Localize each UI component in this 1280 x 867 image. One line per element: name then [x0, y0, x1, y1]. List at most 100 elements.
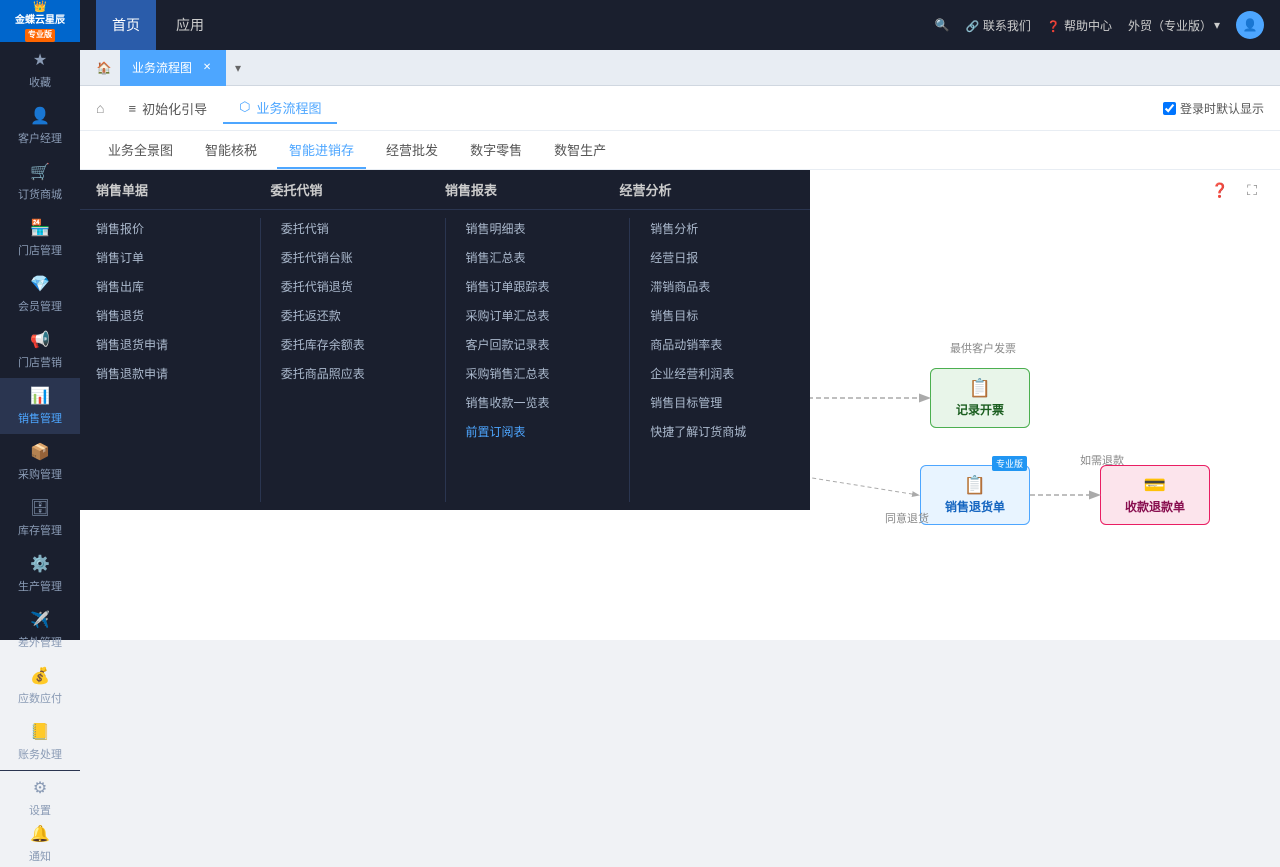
- dropdown-item-1-0[interactable]: 委托代销: [281, 218, 425, 239]
- flow-icon: ⬡: [239, 99, 250, 115]
- sidebar-item-门店管理[interactable]: 🏪 门店管理: [0, 210, 80, 266]
- sidebar-item-生产管理[interactable]: ⚙️ 生产管理: [0, 546, 80, 602]
- sidebar-item-客户经理[interactable]: 👤 客户经理: [0, 98, 80, 154]
- dropdown-item-2-5[interactable]: 采购销售汇总表: [466, 363, 610, 384]
- divider-2: [445, 218, 446, 502]
- dropdown-item-2-7[interactable]: 前置订阅表: [466, 421, 610, 442]
- dropdown-item-3-4[interactable]: 商品动销率表: [650, 334, 794, 355]
- sidebar-item-settings[interactable]: ⚙ 设置: [0, 775, 80, 821]
- sidebar-item-notifications[interactable]: 🔔 通知: [0, 821, 80, 867]
- tab-home-icon[interactable]: 🏠: [88, 50, 120, 86]
- dropdown-item-2-6[interactable]: 销售收款一览表: [466, 392, 610, 413]
- dropdown-item-1-1[interactable]: 委托代销台账: [281, 247, 425, 268]
- sidebar: 👑 金蝶云星辰 专业版 ★ 收藏 👤 客户经理 🛒 订货商城 🏪 门店管理 💎 …: [0, 0, 80, 640]
- sidebar-item-门店营销[interactable]: 📢 门店营销: [0, 322, 80, 378]
- main-tab-sales[interactable]: 智能进销存: [277, 131, 366, 169]
- sidebar-label-2: 订货商城: [18, 186, 62, 202]
- sidebar-icon-3: 🏪: [30, 218, 50, 238]
- sub-tab-flow[interactable]: ⬡ 业务流程图: [223, 92, 337, 124]
- dropdown-item-0-5[interactable]: 销售退款申请: [96, 363, 240, 384]
- chevron-down-icon: ▾: [1214, 18, 1220, 32]
- default-display-label: 登录时默认显示: [1180, 100, 1264, 117]
- dropdown-item-2-1[interactable]: 销售汇总表: [466, 247, 610, 268]
- main-tabs: 业务全景图 智能核税 智能进销存 经营批发 数字零售 数智生产: [80, 131, 1280, 169]
- divider-1: [260, 218, 261, 502]
- sidebar-item-采购管理[interactable]: 📦 采购管理: [0, 434, 80, 490]
- bell-icon: 🔔: [30, 824, 50, 844]
- sidebar-icon-0: ★: [30, 50, 50, 70]
- dropdown-item-0-1[interactable]: 销售订单: [96, 247, 240, 268]
- sales-return-node[interactable]: 专业版 📋 销售退货单: [920, 465, 1030, 525]
- main-tab-production[interactable]: 数智生产: [542, 131, 618, 169]
- sidebar-icon-10: ✈️: [30, 610, 50, 630]
- sidebar-item-销售管理[interactable]: 📊 销售管理: [0, 378, 80, 434]
- dropdown-body: 销售报价销售订单销售出库销售退货销售退货申请销售退款申请 委托代销委托代销台账委…: [80, 210, 810, 510]
- header-right: 登录时默认显示: [1163, 100, 1264, 117]
- content-area: 🏠 业务流程图 ✕ ▾ ⌂ ≡ 初始化引导 ⬡ 业务流程图: [80, 50, 1280, 640]
- settings-icon: ⚙: [30, 778, 50, 798]
- main-tab-overview[interactable]: 业务全景图: [96, 131, 185, 169]
- dropdown-item-0-0[interactable]: 销售报价: [96, 218, 240, 239]
- nav-home[interactable]: 首页: [96, 0, 156, 50]
- invoice-node[interactable]: 📋 记录开票: [930, 368, 1030, 428]
- tab-business-flow[interactable]: 业务流程图 ✕: [120, 50, 226, 86]
- dropdown-item-3-0[interactable]: 销售分析: [650, 218, 794, 239]
- help-button[interactable]: ❓: [1208, 178, 1232, 202]
- default-display-input[interactable]: [1163, 102, 1176, 115]
- dropdown-item-3-5[interactable]: 企业经营利润表: [650, 363, 794, 384]
- dropdown-item-2-2[interactable]: 销售订单跟踪表: [466, 276, 610, 297]
- main-tab-wholesale[interactable]: 经营批发: [374, 131, 450, 169]
- dropdown-item-2-0[interactable]: 销售明细表: [466, 218, 610, 239]
- sidebar-item-账务处理[interactable]: 📒 账务处理: [0, 714, 80, 770]
- default-display-checkbox[interactable]: 登录时默认显示: [1163, 100, 1264, 117]
- dropdown-col-2: 委托代销委托代销台账委托代销退货委托返还款委托库存余额表委托商品照应表: [265, 218, 441, 502]
- sidebar-item-订货商城[interactable]: 🛒 订货商城: [0, 154, 80, 210]
- dropdown-item-1-4[interactable]: 委托库存余额表: [281, 334, 425, 355]
- dropdown-item-0-3[interactable]: 销售退货: [96, 305, 240, 326]
- sub-tab-init[interactable]: ≡ 初始化引导: [112, 92, 223, 124]
- main-tab-tax[interactable]: 智能核税: [193, 131, 269, 169]
- dropdown-item-3-2[interactable]: 滞销商品表: [650, 276, 794, 297]
- dropdown-item-3-7[interactable]: 快捷了解订货商城: [650, 421, 794, 442]
- dropdown-item-1-5[interactable]: 委托商品照应表: [281, 363, 425, 384]
- dropdown-item-1-2[interactable]: 委托代销退货: [281, 276, 425, 297]
- help-link[interactable]: ❓ 帮助中心: [1047, 17, 1112, 34]
- dropdown-item-3-3[interactable]: 销售目标: [650, 305, 794, 326]
- breadcrumb-home[interactable]: ⌂: [96, 100, 104, 116]
- sidebar-item-库存管理[interactable]: 🗄 库存管理: [0, 490, 80, 546]
- app-logo[interactable]: 👑 金蝶云星辰 专业版: [0, 0, 80, 42]
- diagram-controls: ❓ ⛶: [1208, 178, 1264, 202]
- sidebar-item-应数应付[interactable]: 💰 应数应付: [0, 658, 80, 714]
- dropdown-col-header-1: 销售单据: [96, 180, 271, 199]
- search-icon[interactable]: 🔍: [935, 18, 950, 32]
- contact-link[interactable]: 🔗 联系我们: [966, 17, 1031, 34]
- dropdown-item-0-2[interactable]: 销售出库: [96, 276, 240, 297]
- user-avatar[interactable]: 👤: [1236, 11, 1264, 39]
- dropdown-col-1: 销售报价销售订单销售出库销售退货销售退货申请销售退款申请: [80, 218, 256, 502]
- dropdown-item-0-4[interactable]: 销售退货申请: [96, 334, 240, 355]
- dropdown-item-3-1[interactable]: 经营日报: [650, 247, 794, 268]
- nav-apps[interactable]: 应用: [160, 0, 220, 50]
- tab-close-button[interactable]: ✕: [200, 61, 214, 75]
- tab-dropdown-button[interactable]: ▾: [226, 56, 250, 80]
- tab-bar: 🏠 业务流程图 ✕ ▾: [80, 50, 1280, 86]
- sidebar-item-差外管理[interactable]: ✈️ 差外管理: [0, 602, 80, 658]
- dropdown-col-3: 销售明细表销售汇总表销售订单跟踪表采购订单汇总表客户回款记录表采购销售汇总表销售…: [450, 218, 626, 502]
- flow-hint-agree-return: 同意退货: [885, 510, 929, 526]
- tab-flow-label: 业务流程图: [132, 59, 192, 76]
- flow-hint-best-invoice: 最供客户发票: [950, 340, 1016, 356]
- dropdown-col-header-2: 委托代销: [271, 180, 446, 199]
- refund-node[interactable]: 💳 收款退款单: [1100, 465, 1210, 525]
- dropdown-item-2-3[interactable]: 采购订单汇总表: [466, 305, 610, 326]
- main-tab-retail[interactable]: 数字零售: [458, 131, 534, 169]
- dropdown-item-3-6[interactable]: 销售目标管理: [650, 392, 794, 413]
- edition-selector[interactable]: 外贸（专业版） ▾: [1128, 17, 1220, 34]
- sidebar-item-收藏[interactable]: ★ 收藏: [0, 42, 80, 98]
- sidebar-label-11: 应数应付: [18, 690, 62, 706]
- dropdown-col-4: 销售分析经营日报滞销商品表销售目标商品动销率表企业经营利润表销售目标管理快捷了解…: [634, 218, 810, 502]
- fullscreen-button[interactable]: ⛶: [1240, 178, 1264, 202]
- sidebar-label-8: 库存管理: [18, 522, 62, 538]
- dropdown-item-2-4[interactable]: 客户回款记录表: [466, 334, 610, 355]
- sidebar-item-会员管理[interactable]: 💎 会员管理: [0, 266, 80, 322]
- dropdown-item-1-3[interactable]: 委托返还款: [281, 305, 425, 326]
